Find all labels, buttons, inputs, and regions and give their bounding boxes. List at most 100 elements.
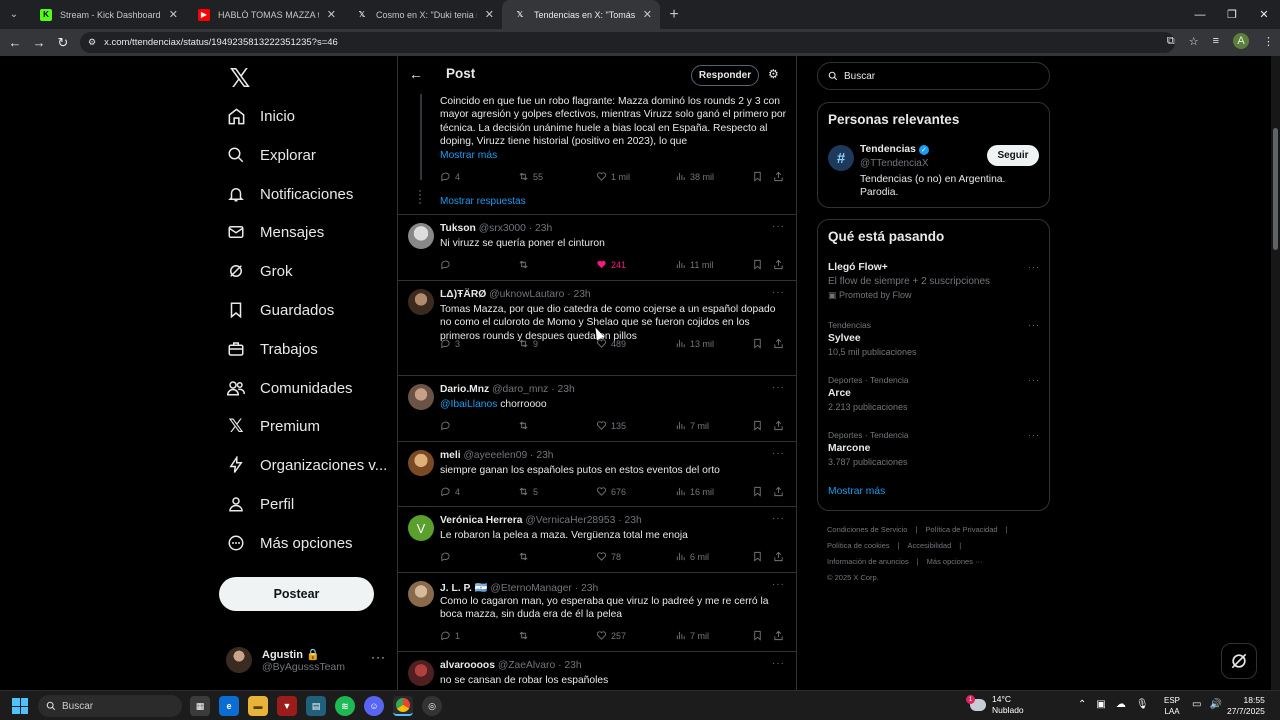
nav-item-notificaciones[interactable]: Notificaciones bbox=[226, 179, 353, 209]
views-action[interactable]: 7 mil bbox=[675, 420, 709, 431]
show-more-trends-link[interactable]: Mostrar más bbox=[828, 486, 885, 497]
like-action[interactable]: 489 bbox=[596, 338, 626, 349]
hashtag-avatar-icon[interactable]: # bbox=[828, 145, 854, 171]
mention-link[interactable]: @IbaiLlanos bbox=[440, 399, 497, 410]
avatar[interactable] bbox=[408, 450, 434, 476]
views-action[interactable]: 13 mil bbox=[675, 338, 714, 349]
bookmark-action[interactable] bbox=[752, 486, 763, 497]
scrollbar-thumb[interactable] bbox=[1273, 128, 1278, 250]
avatar[interactable] bbox=[408, 223, 434, 249]
trend-item[interactable]: Llegó Flow+ El flow de siempre + 2 suscr… bbox=[828, 262, 1040, 301]
retweet-action[interactable] bbox=[518, 630, 533, 641]
account-switcher[interactable]: Agustin 🔒 @ByAgusssTeam ··· bbox=[226, 640, 386, 680]
share-action[interactable] bbox=[773, 171, 784, 182]
tweet-time[interactable]: 23h bbox=[625, 515, 642, 526]
close-tab-icon[interactable]: ✕ bbox=[643, 8, 652, 21]
views-action[interactable]: 11 mil bbox=[675, 259, 713, 270]
avatar[interactable]: V bbox=[408, 515, 434, 541]
share-action[interactable] bbox=[773, 551, 784, 562]
footer-link[interactable]: Condiciones de Servicio bbox=[827, 525, 907, 534]
more-dots-icon[interactable]: ··· bbox=[772, 221, 785, 232]
share-action[interactable] bbox=[773, 259, 784, 270]
windows-start-icon[interactable] bbox=[12, 698, 28, 714]
search-input[interactable]: Buscar bbox=[817, 62, 1050, 90]
more-options-link[interactable]: Más opciones ··· bbox=[927, 557, 983, 566]
nav-item-perfil[interactable]: Perfil bbox=[226, 489, 294, 519]
discord-icon[interactable]: ☺ bbox=[364, 696, 384, 716]
author-handle[interactable]: @srx3000 bbox=[479, 223, 526, 234]
avatar[interactable] bbox=[408, 289, 434, 315]
tab-search-button[interactable]: ⌄ bbox=[0, 0, 28, 29]
like-action[interactable]: 78 bbox=[596, 551, 621, 562]
tweet-reply[interactable]: meli @ayeeelen09 · 23h ··· siempre ganan l… bbox=[398, 441, 796, 506]
page-scrollbar[interactable] bbox=[1271, 56, 1280, 690]
like-action[interactable]: 241 bbox=[596, 259, 626, 270]
more-dots-icon[interactable]: ··· bbox=[772, 658, 785, 669]
tweet-time[interactable]: 23h bbox=[535, 223, 552, 234]
nav-item-premium[interactable]: 𝕏 Premium bbox=[226, 411, 320, 441]
more-dots-icon[interactable]: ··· bbox=[1028, 430, 1040, 440]
nav-item-grok[interactable]: Grok bbox=[226, 256, 293, 286]
more-dots-icon[interactable]: ··· bbox=[772, 287, 785, 298]
taskbar-search[interactable]: Buscar bbox=[38, 695, 182, 717]
views-action[interactable]: 16 mil bbox=[675, 486, 714, 497]
footer-link[interactable]: Accesibilidad bbox=[908, 541, 952, 550]
app-icon[interactable]: ▤ bbox=[306, 696, 326, 716]
author-handle[interactable]: @ZaeAlvaro bbox=[498, 660, 555, 671]
reply-action[interactable] bbox=[440, 259, 455, 270]
reload-icon[interactable]: ↻ bbox=[51, 35, 75, 51]
author-handle[interactable]: @ayeeelen09 bbox=[463, 450, 527, 461]
app-icon[interactable]: ▼ bbox=[277, 696, 297, 716]
bookmark-action[interactable] bbox=[752, 551, 763, 562]
chrome-icon[interactable] bbox=[393, 696, 413, 716]
footer-link[interactable]: Política de cookies bbox=[827, 541, 890, 550]
retweet-action[interactable] bbox=[518, 259, 533, 270]
tweet-reply[interactable]: Dario.Mnz @daro_mnz · 23h ··· @IbaiLlanos … bbox=[398, 375, 796, 441]
tweet-reply[interactable]: J. L. P. 🇦🇷 @EternoManager · 23h ··· Como … bbox=[398, 572, 796, 651]
retweet-action[interactable] bbox=[518, 551, 533, 562]
nav-item-trabajos[interactable]: Trabajos bbox=[226, 334, 318, 364]
tweet-reply[interactable]: V Verónica Herrera @VernicaHer28953 · 23h… bbox=[398, 506, 796, 572]
avatar[interactable] bbox=[408, 384, 434, 410]
close-tab-icon[interactable]: ✕ bbox=[485, 8, 494, 21]
back-icon[interactable]: ← bbox=[3, 35, 27, 50]
author-handle[interactable]: @daro_mnz bbox=[492, 384, 548, 395]
tweet-time[interactable]: 23h bbox=[564, 660, 581, 671]
bookmark-action[interactable] bbox=[752, 259, 763, 270]
browser-tab[interactable]: ▶ HABLÓ TOMAS MAZZA tras la ✕ bbox=[186, 0, 344, 29]
media-controls-icon[interactable]: ≡ bbox=[1213, 35, 1219, 47]
address-bar[interactable]: ⚙ x.com/ttendenciax/status/1949235813222… bbox=[80, 32, 1175, 53]
author-name[interactable]: J. L. P. 🇦🇷 bbox=[440, 583, 488, 594]
author-handle[interactable]: @uknowLautaro bbox=[489, 289, 564, 300]
tray-app-icon[interactable]: ▣ bbox=[1096, 699, 1105, 710]
nav-item-comunidades[interactable]: Comunidades bbox=[226, 373, 353, 403]
like-action[interactable]: 676 bbox=[596, 486, 626, 497]
views-action[interactable]: 6 mil bbox=[675, 551, 709, 562]
nav-item-inicio[interactable]: Inicio bbox=[226, 101, 295, 131]
retweet-action[interactable] bbox=[518, 420, 533, 431]
avatar[interactable] bbox=[408, 660, 434, 686]
close-tab-icon[interactable]: ✕ bbox=[169, 8, 178, 21]
trend-item[interactable]: Deportes · Tendencia Arce 2.213 publicac… bbox=[828, 375, 1040, 412]
like-action[interactable]: 1 mil bbox=[596, 171, 630, 182]
language-indicator[interactable]: ESP LAA bbox=[1164, 695, 1180, 717]
tweet-time[interactable]: 23h bbox=[536, 450, 553, 461]
reply-action[interactable] bbox=[440, 551, 455, 562]
install-app-icon[interactable]: ⧉ bbox=[1167, 35, 1175, 48]
views-action[interactable]: 7 mil bbox=[675, 630, 709, 641]
more-dots-icon[interactable]: ··· bbox=[772, 448, 785, 459]
reply-action[interactable] bbox=[440, 420, 455, 431]
author-handle[interactable]: @EternoManager bbox=[490, 583, 571, 594]
like-action[interactable]: 135 bbox=[596, 420, 626, 431]
file-explorer-icon[interactable]: ▬ bbox=[248, 696, 268, 716]
site-info-icon[interactable]: ⚙ bbox=[88, 37, 96, 48]
display-icon[interactable]: ▭ bbox=[1192, 699, 1201, 710]
back-arrow-icon[interactable]: ← bbox=[409, 66, 423, 82]
show-replies-link[interactable]: Mostrar respuestas bbox=[440, 196, 526, 207]
bookmark-action[interactable] bbox=[752, 630, 763, 641]
nav-item-mas-opciones[interactable]: Más opciones bbox=[226, 528, 353, 558]
forward-icon[interactable]: → bbox=[27, 35, 51, 50]
author-name[interactable]: Tukson bbox=[440, 223, 476, 234]
restore-icon[interactable]: ❐ bbox=[1216, 0, 1248, 29]
author-name[interactable]: alvaroooos bbox=[440, 660, 495, 671]
